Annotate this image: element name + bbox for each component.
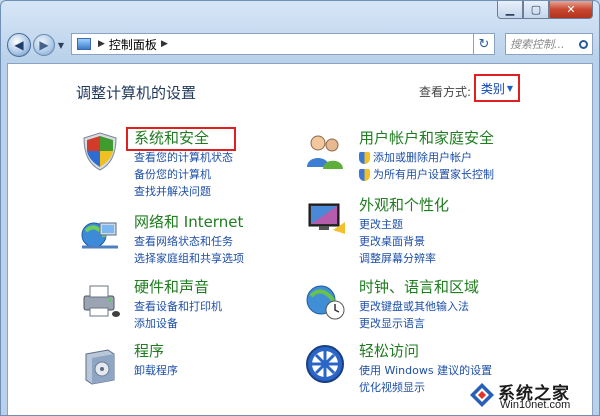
accessibility-icon	[306, 345, 344, 383]
chevron-right-icon[interactable]: ▶	[98, 39, 105, 49]
category-link[interactable]: 备份您的计算机	[134, 166, 233, 183]
category-link[interactable]: 更改主题	[359, 216, 436, 233]
shield-icon	[83, 132, 117, 171]
view-by-value: 类别	[480, 81, 505, 96]
close-button[interactable]: ✕	[549, 1, 593, 19]
forward-button[interactable]: ▶	[33, 34, 55, 56]
window-controls: ▁ ▢ ✕	[497, 1, 593, 19]
category-link[interactable]: 卸载程序	[134, 362, 178, 379]
category-title[interactable]: 系统和安全	[134, 127, 209, 148]
maximize-button[interactable]: ▢	[523, 1, 549, 19]
category-link[interactable]: 添加或删除用户帐户	[359, 149, 494, 166]
category-title[interactable]: 网络和 Internet	[134, 211, 243, 232]
view-by-label: 查看方式:	[419, 85, 472, 99]
minimize-button[interactable]: ▁	[497, 1, 523, 19]
uac-shield-icon	[359, 168, 370, 181]
category-link[interactable]: 查看网络状态和任务	[134, 233, 244, 250]
globe-network-icon	[81, 222, 118, 249]
back-button[interactable]: ◀	[7, 33, 31, 57]
chevron-right-icon[interactable]: ▶	[161, 39, 168, 49]
category-link[interactable]: 更改显示语言	[359, 315, 469, 332]
category-link[interactable]: 查看您的计算机状态	[134, 149, 233, 166]
category-hardware-sound: 硬件和声音 查看设备和打印机 添加设备	[78, 276, 298, 336]
category-link[interactable]: 添加设备	[134, 315, 222, 332]
category-title[interactable]: 用户帐户和家庭安全	[359, 127, 494, 148]
address-bar[interactable]: ▶ 控制面板 ▶ ▼	[71, 33, 495, 55]
category-programs: 程序 卸载程序	[78, 340, 298, 390]
search-placeholder: 搜索控制...	[510, 38, 565, 51]
control-panel-window: ▁ ▢ ✕ ◀ ▶ ▼ ▶ 控制面板 ▶ ▼ ↻ 搜索控制... 调整计算机的设…	[0, 0, 600, 416]
page-title: 调整计算机的设置	[76, 84, 197, 102]
category-link-label: 为所有用户设置家长控制	[373, 168, 494, 181]
category-clock-language: 时钟、语言和区域 更改键盘或其他输入法 更改显示语言	[303, 276, 533, 336]
recent-pages-dropdown[interactable]: ▼	[55, 41, 67, 50]
search-input[interactable]: 搜索控制...	[505, 33, 593, 55]
category-link[interactable]: 查找并解决问题	[134, 183, 233, 200]
category-link[interactable]: 查看设备和打印机	[134, 298, 222, 315]
category-appearance: 外观和个性化 更改主题 更改桌面背景 调整屏幕分辨率	[303, 194, 533, 274]
category-network-internet: 网络和 Internet 查看网络状态和任务 选择家庭组和共享选项	[78, 211, 298, 281]
breadcrumb[interactable]: 控制面板	[109, 36, 157, 53]
watermark-logo-icon	[470, 383, 494, 407]
navigation-bar: ◀ ▶ ▼ ▶ 控制面板 ▶ ▼ ↻ 搜索控制...	[7, 31, 593, 59]
watermark: 系统之家 Win10net.com	[464, 377, 592, 415]
category-system-security: 系统和安全 查看您的计算机状态 备份您的计算机 查找并解决问题	[78, 127, 298, 207]
uac-shield-icon	[359, 151, 370, 164]
content-area: 调整计算机的设置 查看方式: 类别 ▼ 系统和安全 查看您的计算机状态 备份您的计…	[7, 63, 593, 415]
chevron-down-icon: ▼	[506, 83, 514, 93]
category-title[interactable]: 时钟、语言和区域	[359, 276, 479, 297]
printer-icon	[83, 285, 120, 317]
category-link[interactable]: 更改桌面背景	[359, 233, 436, 250]
refresh-button[interactable]: ↻	[473, 33, 495, 55]
monitor-palette-icon	[308, 203, 345, 234]
clock-globe-icon	[306, 285, 345, 320]
category-title[interactable]: 硬件和声音	[134, 276, 209, 297]
users-icon	[307, 135, 343, 169]
category-link[interactable]: 更改键盘或其他输入法	[359, 298, 469, 315]
view-by-select[interactable]: 类别 ▼	[474, 74, 520, 102]
control-panel-icon	[77, 38, 91, 50]
search-icon[interactable]	[579, 39, 588, 49]
category-title[interactable]: 轻松访问	[359, 340, 419, 361]
category-link[interactable]: 调整屏幕分辨率	[359, 250, 436, 267]
category-link-label: 添加或删除用户帐户	[373, 151, 472, 164]
category-link[interactable]: 选择家庭组和共享选项	[134, 250, 244, 267]
watermark-url: Win10net.com	[500, 399, 571, 411]
category-title[interactable]: 程序	[134, 340, 164, 361]
category-link[interactable]: 为所有用户设置家长控制	[359, 166, 494, 183]
program-box-icon	[85, 349, 115, 385]
category-title[interactable]: 外观和个性化	[359, 194, 449, 215]
